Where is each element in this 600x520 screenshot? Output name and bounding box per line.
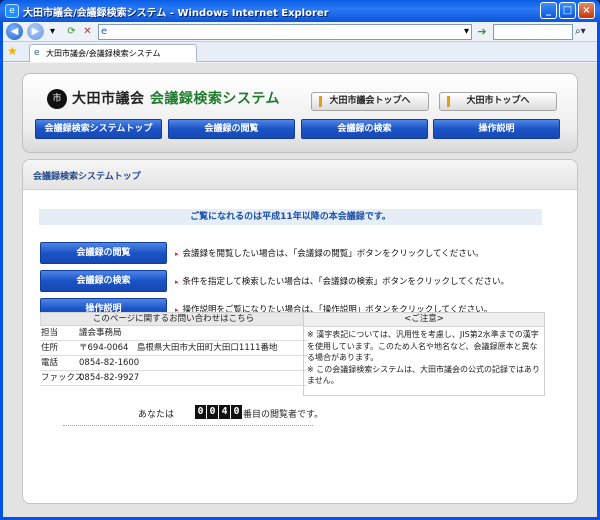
counter-digit: 0 <box>231 405 242 419</box>
city-emblem-icon: 市 <box>47 89 67 109</box>
back-button[interactable]: ◀ <box>6 23 23 40</box>
contact-table: このページに関するお問い合わせはこちら 担当 議会事務局 住所 〒694-0064 … <box>40 312 307 386</box>
browse-description-text: 会議録を閲覧したい場合は、「会議録の閲覧」ボタンをクリックしてください。 <box>182 249 484 259</box>
forward-button[interactable]: ▶ <box>27 23 44 40</box>
browse-description: ▸ 会議録を閲覧したい場合は、「会議録の閲覧」ボタンをクリックしてください。 <box>175 247 484 259</box>
close-button[interactable]: × <box>578 2 595 19</box>
bullet-arrow-icon: ▸ <box>175 250 179 258</box>
tab-bar: ★ e 大田市議会/会議録検索システム <box>3 42 597 62</box>
stop-icon[interactable]: ✕ <box>81 25 94 38</box>
city-top-link[interactable]: 大田市トップへ <box>439 92 557 111</box>
history-dropdown-icon[interactable]: ▾ <box>46 25 59 38</box>
caution-box: <ご注意> ※ 漢字表記については、汎用性を考慮し、JIS第2水準までの漢字を使… <box>303 312 545 396</box>
city-top-label: 大田市トップへ <box>466 96 530 106</box>
counter-digit: 4 <box>219 405 230 419</box>
contact-key: 電話 <box>41 358 59 368</box>
contact-row: 住所 〒694-0064 島根県大田市大田町大田口1111番地 <box>40 341 307 356</box>
browser-window: e 大田市議会/会議録検索システム - Windows Internet Exp… <box>0 0 600 520</box>
bullet-arrow-icon: ▸ <box>175 278 179 286</box>
contact-heading: このページに関するお問い合わせはこちら <box>40 312 307 326</box>
council-top-link[interactable]: 大田市議会トップへ <box>311 92 429 111</box>
menu-top-button[interactable]: 会議録検索システムトップ <box>35 119 162 139</box>
menu-help-button[interactable]: 操作説明 <box>433 119 560 139</box>
search-description: ▸ 条件を指定して検索したい場合は、「会議録の検索」ボタンをクリックしてください。 <box>175 275 509 287</box>
favorites-star-icon[interactable]: ★ <box>7 44 21 58</box>
caution-body: ※ 漢字表記については、汎用性を考慮し、JIS第2水準までの漢字を使用しています… <box>304 327 544 389</box>
logo-prefix: 大田市議会 <box>72 91 150 107</box>
navigation-bar: ◀ ▶ ▾ ⟳ ✕ e ▾ ➔ ⌕▾ <box>3 22 597 42</box>
contact-key: 担当 <box>41 328 59 338</box>
visitor-counter: あなたは 0040 番目の閲覧者です。 <box>63 405 543 423</box>
link-marker-icon <box>319 96 322 107</box>
browse-button[interactable]: 会議録の閲覧 <box>40 242 167 264</box>
logo-main: 会議録検索システム <box>149 91 280 107</box>
contact-value: 0854-82-1600 <box>79 358 140 368</box>
caution-heading: <ご注意> <box>304 313 544 327</box>
contact-row: ファックス 0854-82-9927 <box>40 371 307 386</box>
counter-digit: 0 <box>207 405 218 419</box>
refresh-icon[interactable]: ⟳ <box>65 25 78 38</box>
caution-line: ※ この会議録検索システムは、大田市議会の公式の記録ではありません。 <box>307 364 541 386</box>
address-dropdown-icon[interactable]: ▾ <box>460 25 473 38</box>
counter-digit: 0 <box>195 405 206 419</box>
search-button[interactable]: 会議録の検索 <box>40 270 167 292</box>
main-header: 会議録検索システムトップ <box>23 160 577 190</box>
divider <box>63 425 313 426</box>
contact-row: 担当 議会事務局 <box>40 326 307 341</box>
counter-suffix: 番目の閲覧者です。 <box>243 410 324 420</box>
search-description-text: 条件を指定して検索したい場合は、「会議録の検索」ボタンをクリックしてください。 <box>182 277 510 287</box>
link-marker-icon <box>447 96 450 107</box>
tab-label: 大田市議会/会議録検索システム <box>46 49 161 58</box>
contact-value: 〒694-0064 島根県大田市大田町大田口1111番地 <box>79 343 278 353</box>
contact-value: 議会事務局 <box>79 328 122 338</box>
caution-line: ※ 漢字表記については、汎用性を考慮し、JIS第2水準までの漢字を使用しています… <box>307 330 539 362</box>
menu-search-button[interactable]: 会議録の検索 <box>301 119 428 139</box>
contact-row: 電話 0854-82-1600 <box>40 356 307 371</box>
site-header: 市 大田市議会 会議録検索システム 大田市議会トップへ 大田市トップへ 会議録検… <box>22 73 578 153</box>
minimize-button[interactable]: _ <box>540 2 557 19</box>
menu-browse-button[interactable]: 会議録の閲覧 <box>168 119 295 139</box>
council-top-label: 大田市議会トップへ <box>329 96 411 106</box>
notice-banner: ご覧になれるのは平成11年以降の本会議録です。 <box>39 209 542 225</box>
go-icon[interactable]: ➔ <box>475 25 489 39</box>
maximize-button[interactable]: □ <box>559 2 576 19</box>
address-bar[interactable]: e <box>98 24 472 40</box>
counter-prefix: あなたは <box>138 410 175 420</box>
site-logo[interactable]: 大田市議会 会議録検索システム <box>72 88 280 108</box>
main-panel: 会議録検索システムトップ ご覧になれるのは平成11年以降の本会議録です。 会議録… <box>22 159 578 504</box>
page-icon: e <box>101 26 108 37</box>
browser-chrome: ◀ ▶ ▾ ⟳ ✕ e ▾ ➔ ⌕▾ ★ e 大田市議会/会議録検索システム 市 <box>3 22 597 517</box>
title-bar[interactable]: e 大田市議会/会議録検索システム - Windows Internet Exp… <box>0 0 600 22</box>
ie-logo-icon: e <box>5 4 19 18</box>
contact-key: ファックス <box>41 373 84 383</box>
page-title: 会議録検索システムトップ <box>33 172 141 182</box>
tab-current[interactable]: e 大田市議会/会議録検索システム <box>29 44 197 62</box>
tab-page-icon: e <box>34 48 40 58</box>
search-input[interactable] <box>493 24 573 40</box>
counter-digits: 0040 <box>195 405 243 421</box>
contact-value: 0854-82-9927 <box>79 373 140 383</box>
search-icon[interactable]: ⌕▾ <box>575 25 593 39</box>
window-title: 大田市議会/会議録検索システム - Windows Internet Explo… <box>23 8 329 19</box>
contact-key: 住所 <box>41 343 59 353</box>
page-viewport: 市 大田市議会 会議録検索システム 大田市議会トップへ 大田市トップへ 会議録検… <box>3 63 597 517</box>
